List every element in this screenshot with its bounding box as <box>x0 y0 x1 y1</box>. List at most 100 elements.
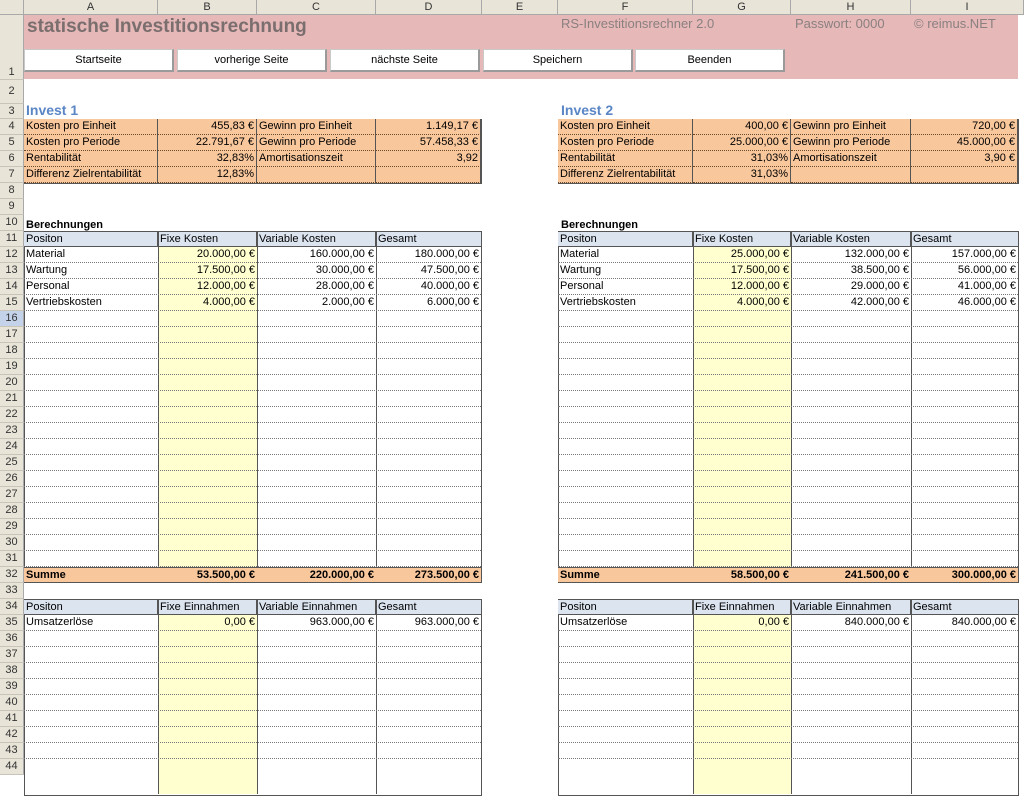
column-header-B[interactable]: B <box>158 0 257 15</box>
row-header-24[interactable]: 24 <box>0 439 24 455</box>
row-header-8[interactable]: 8 <box>0 183 24 199</box>
column-header-A[interactable]: A <box>24 0 158 15</box>
invest1-sum-cell[interactable]: 273.500,00 € <box>376 567 481 583</box>
row-header-33[interactable]: 33 <box>0 583 24 599</box>
invest1-sum-cell[interactable]: 53.500,00 € <box>158 567 257 583</box>
invest2-kpi-cell[interactable] <box>911 167 1018 183</box>
row-header-39[interactable]: 39 <box>0 679 24 695</box>
invest2-cost-cell[interactable]: 12.000,00 € <box>693 279 791 295</box>
row-header-40[interactable]: 40 <box>0 695 24 711</box>
invest2-kpi-cell[interactable]: Gewinn pro Einheit <box>791 119 911 135</box>
row-header-20[interactable]: 20 <box>0 375 24 391</box>
row-header-14[interactable]: 14 <box>0 279 24 295</box>
row-header-6[interactable]: 6 <box>0 151 24 167</box>
row-header-44[interactable]: 44 <box>0 759 24 775</box>
invest2-kpi-cell[interactable]: 3,90 € <box>911 151 1018 167</box>
row-header-5[interactable]: 5 <box>0 135 24 151</box>
row-header-22[interactable]: 22 <box>0 407 24 423</box>
invest1-sum-cell[interactable]: 220.000,00 € <box>257 567 376 583</box>
invest2-kpi-cell[interactable] <box>791 167 911 183</box>
invest1-kpi-cell[interactable]: 455,83 € <box>158 119 257 135</box>
row-header-34[interactable]: 34 <box>0 599 24 615</box>
invest2-revenue-cell[interactable]: Umsatzerlöse <box>558 615 693 631</box>
invest1-kpi-cell[interactable]: 1.149,17 € <box>376 119 481 135</box>
invest2-cost-cell[interactable]: 46.000,00 € <box>911 295 1018 311</box>
invest2-cost-cell[interactable]: 29.000,00 € <box>791 279 911 295</box>
row-header-21[interactable]: 21 <box>0 391 24 407</box>
invest2-revenue-cell[interactable]: 840.000,00 € <box>791 615 911 631</box>
invest1-revenue-cell[interactable]: 963.000,00 € <box>257 615 376 631</box>
invest2-sum-cell[interactable]: Summe <box>558 567 693 583</box>
invest2-kpi-cell[interactable]: Differenz Zielrentabilität <box>558 167 693 183</box>
invest1-revenue-cell[interactable]: Umsatzerlöse <box>24 615 158 631</box>
invest2-kpi-cell[interactable]: Gewinn pro Periode <box>791 135 911 151</box>
row-header-25[interactable]: 25 <box>0 455 24 471</box>
column-header-C[interactable]: C <box>257 0 376 15</box>
column-header-E[interactable]: E <box>482 0 558 15</box>
invest2-kpi-cell[interactable]: Kosten pro Einheit <box>558 119 693 135</box>
column-header-G[interactable]: G <box>693 0 791 15</box>
invest2-sum-cell[interactable]: 241.500,00 € <box>791 567 911 583</box>
column-header-D[interactable]: D <box>376 0 482 15</box>
invest1-cost-cell[interactable]: 30.000,00 € <box>257 263 376 279</box>
row-header-26[interactable]: 26 <box>0 471 24 487</box>
invest1-kpi-cell[interactable]: Rentabilität <box>24 151 158 167</box>
invest2-revenue-cell[interactable]: 0,00 € <box>693 615 791 631</box>
row-header-2[interactable]: 2 <box>0 80 24 104</box>
row-header-13[interactable]: 13 <box>0 263 24 279</box>
invest1-kpi-cell[interactable] <box>376 167 481 183</box>
row-header-43[interactable]: 43 <box>0 743 24 759</box>
row-header-15[interactable]: 15 <box>0 295 24 311</box>
invest1-cost-cell[interactable]: 28.000,00 € <box>257 279 376 295</box>
invest1-cost-cell[interactable]: 2.000,00 € <box>257 295 376 311</box>
invest2-cost-cell[interactable]: 25.000,00 € <box>693 247 791 263</box>
row-header-41[interactable]: 41 <box>0 711 24 727</box>
row-header-3[interactable]: 3 <box>0 104 24 119</box>
invest1-kpi-cell[interactable] <box>257 167 376 183</box>
invest1-cost-cell[interactable]: 180.000,00 € <box>376 247 481 263</box>
invest1-kpi-cell[interactable]: 3,92 <box>376 151 481 167</box>
row-header-35[interactable]: 35 <box>0 615 24 631</box>
invest2-cost-cell[interactable]: 17.500,00 € <box>693 263 791 279</box>
row-header-37[interactable]: 37 <box>0 647 24 663</box>
row-header-18[interactable]: 18 <box>0 343 24 359</box>
invest2-cost-cell[interactable]: Wartung <box>558 263 693 279</box>
invest1-kpi-cell[interactable]: Amortisationszeit <box>257 151 376 167</box>
invest1-cost-cell[interactable]: Wartung <box>24 263 158 279</box>
invest1-cost-cell[interactable]: 20.000,00 € <box>158 247 257 263</box>
exit-button[interactable]: Beenden <box>635 49 785 72</box>
invest1-kpi-cell[interactable]: 57.458,33 € <box>376 135 481 151</box>
invest2-cost-cell[interactable]: 132.000,00 € <box>791 247 911 263</box>
invest1-cost-cell[interactable]: 6.000,00 € <box>376 295 481 311</box>
row-header-36[interactable]: 36 <box>0 631 24 647</box>
invest1-cost-cell[interactable]: 160.000,00 € <box>257 247 376 263</box>
start-page-button[interactable]: Startseite <box>24 49 174 72</box>
row-header-38[interactable]: 38 <box>0 663 24 679</box>
invest1-cost-cell[interactable]: 40.000,00 € <box>376 279 481 295</box>
row-header-28[interactable]: 28 <box>0 503 24 519</box>
column-header-I[interactable]: I <box>911 0 1024 15</box>
next-page-button[interactable]: nächste Seite <box>330 49 480 72</box>
invest1-cost-cell[interactable]: 4.000,00 € <box>158 295 257 311</box>
invest1-cost-cell[interactable]: 17.500,00 € <box>158 263 257 279</box>
row-header-11[interactable]: 11 <box>0 231 24 247</box>
row-header-12[interactable]: 12 <box>0 247 24 263</box>
row-header-19[interactable]: 19 <box>0 359 24 375</box>
invest2-cost-cell[interactable]: 42.000,00 € <box>791 295 911 311</box>
invest1-cost-cell[interactable]: Material <box>24 247 158 263</box>
invest2-kpi-cell[interactable]: Kosten pro Periode <box>558 135 693 151</box>
invest2-cost-cell[interactable]: 38.500,00 € <box>791 263 911 279</box>
invest2-cost-cell[interactable]: 56.000,00 € <box>911 263 1018 279</box>
row-header-27[interactable]: 27 <box>0 487 24 503</box>
invest2-cost-cell[interactable]: Vertriebskosten <box>558 295 693 311</box>
invest2-kpi-cell[interactable]: 25.000,00 € <box>693 135 791 151</box>
save-button[interactable]: Speichern <box>483 49 633 72</box>
invest2-cost-cell[interactable]: 157.000,00 € <box>911 247 1018 263</box>
invest1-cost-cell[interactable]: 47.500,00 € <box>376 263 481 279</box>
invest2-cost-cell[interactable]: 4.000,00 € <box>693 295 791 311</box>
invest1-kpi-cell[interactable]: 32,83% <box>158 151 257 167</box>
column-header-H[interactable]: H <box>791 0 911 15</box>
invest1-cost-cell[interactable]: 12.000,00 € <box>158 279 257 295</box>
row-header-10[interactable]: 10 <box>0 215 24 231</box>
row-header-32[interactable]: 32 <box>0 567 24 583</box>
